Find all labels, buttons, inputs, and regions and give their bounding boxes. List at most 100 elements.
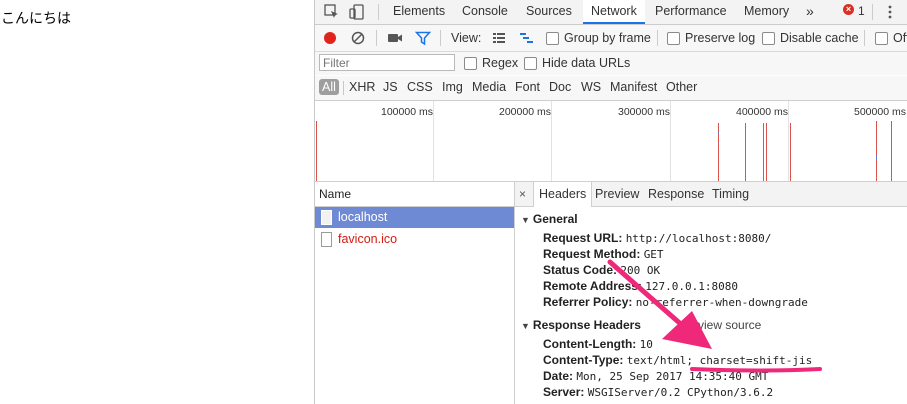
filter-icon[interactable] <box>414 29 432 47</box>
header-value: GET <box>643 248 664 261</box>
timeline-tick-label: 500000 ms <box>854 106 906 118</box>
header-key: Content-Length: <box>543 337 637 351</box>
request-row-favicon[interactable]: favicon.ico <box>315 229 514 250</box>
tab-memory[interactable]: Memory <box>744 0 789 24</box>
view-label: View: <box>451 31 482 45</box>
timeline-request-bar <box>766 123 767 181</box>
response-header-row: Server: WSGIServer/0.2 CPython/3.6.2 <box>543 385 773 399</box>
type-filter-doc[interactable]: Doc <box>549 80 571 94</box>
expand-triangle-icon: ▼ <box>521 215 530 225</box>
resource-type-filters: All XHR JS CSS Img Media Font Doc WS Man… <box>315 76 907 101</box>
capture-screenshots-icon[interactable] <box>386 29 404 47</box>
hide-data-urls-checkbox[interactable] <box>524 57 537 70</box>
timeline-request-bar <box>745 123 746 181</box>
general-row: Request URL: http://localhost:8080/ <box>543 231 771 245</box>
header-value: 10 <box>639 338 653 351</box>
type-filter-other[interactable]: Other <box>666 80 697 94</box>
type-filter-font[interactable]: Font <box>515 80 540 94</box>
response-header-row: Content-Type: text/html; charset=shift-j… <box>543 353 812 367</box>
toolbar-divider <box>657 30 658 46</box>
general-section-toggle[interactable]: ▼ General <box>521 212 578 226</box>
tab-headers[interactable]: Headers <box>533 182 593 207</box>
tab-timing[interactable]: Timing <box>712 182 749 206</box>
page-greeting-text: こんにちは <box>1 10 71 26</box>
inspect-element-icon[interactable] <box>323 3 341 21</box>
network-overview-timeline[interactable]: 100000 ms 200000 ms 300000 ms 400000 ms … <box>315 101 907 182</box>
type-filter-all[interactable]: All <box>319 79 339 95</box>
request-name: localhost <box>338 210 388 224</box>
error-icon[interactable]: × <box>843 4 854 15</box>
device-toolbar-icon[interactable] <box>348 3 366 21</box>
filter-bar: Regex Hide data URLs <box>315 52 907 75</box>
timeline-request-bar <box>891 121 892 181</box>
timeline-marker <box>718 131 719 134</box>
response-header-row: Date: Mon, 25 Sep 2017 14:35:40 GMT <box>543 369 768 383</box>
document-icon <box>321 232 332 247</box>
header-value: 200 OK <box>620 264 661 277</box>
record-icon[interactable] <box>321 29 339 47</box>
disable-cache-label: Disable cache <box>780 31 859 45</box>
header-key: Server: <box>543 385 585 399</box>
type-filter-ws[interactable]: WS <box>581 80 601 94</box>
response-headers-title: Response Headers <box>532 318 641 332</box>
header-key: Status Code: <box>543 263 618 277</box>
request-row-localhost[interactable]: localhost <box>315 207 514 228</box>
header-value: no-referrer-when-downgrade <box>635 296 808 309</box>
timeline-marker <box>876 156 877 159</box>
header-value: WSGIServer/0.2 CPython/3.6.2 <box>587 386 774 399</box>
regex-label: Regex <box>482 56 519 70</box>
timeline-tick-label: 200000 ms <box>499 106 551 118</box>
large-rows-icon[interactable] <box>490 29 508 47</box>
toolbar-divider <box>440 30 441 46</box>
timeline-request-bar <box>763 123 764 181</box>
tab-response[interactable]: Response <box>648 182 704 206</box>
type-filter-manifest[interactable]: Manifest <box>610 80 657 94</box>
detail-tabbar: × Headers Preview Response Timing <box>515 182 907 207</box>
type-filter-xhr[interactable]: XHR <box>349 80 375 94</box>
devtools-tabbar: Elements Console Sources Network Perform… <box>315 0 907 25</box>
type-filter-img[interactable]: Img <box>442 80 463 94</box>
response-headers-section-toggle[interactable]: ▼ Response Headers <box>521 318 641 332</box>
general-row: Request Method: GET <box>543 247 664 261</box>
error-count[interactable]: 1 <box>858 4 865 18</box>
type-filter-css[interactable]: CSS <box>407 80 433 94</box>
view-source-link[interactable]: view source <box>698 318 761 332</box>
type-filter-media[interactable]: Media <box>472 80 506 94</box>
header-value: 127.0.0.1:8080 <box>645 280 738 293</box>
type-filter-divider <box>343 81 344 95</box>
group-by-frame-label: Group by frame <box>564 31 651 45</box>
regex-checkbox[interactable] <box>464 57 477 70</box>
type-filter-js[interactable]: JS <box>383 80 398 94</box>
document-icon <box>321 210 332 225</box>
timeline-gridline <box>433 101 434 181</box>
offline-checkbox[interactable] <box>875 32 888 45</box>
tab-console[interactable]: Console <box>462 0 508 24</box>
request-list: Name localhost favicon.ico <box>315 182 515 404</box>
toolbar-divider <box>864 30 865 46</box>
name-column-header[interactable]: Name <box>315 182 514 207</box>
header-value: Mon, 25 Sep 2017 14:35:40 GMT <box>576 370 769 383</box>
timeline-gridline <box>670 101 671 181</box>
more-tabs-button[interactable]: » <box>806 0 814 24</box>
general-row: Remote Address: 127.0.0.1:8080 <box>543 279 738 293</box>
preserve-log-checkbox[interactable] <box>667 32 680 45</box>
clear-icon[interactable] <box>349 29 367 47</box>
tab-performance[interactable]: Performance <box>655 0 727 24</box>
waterfall-view-icon[interactable] <box>518 29 536 47</box>
tabbar-divider <box>872 4 873 20</box>
expand-triangle-icon: ▼ <box>521 321 530 331</box>
group-by-frame-checkbox[interactable] <box>546 32 559 45</box>
timeline-tick-label: 300000 ms <box>618 106 670 118</box>
response-header-row: Content-Length: 10 <box>543 337 653 351</box>
offline-label: Off <box>893 31 907 45</box>
tab-preview[interactable]: Preview <box>595 182 639 206</box>
close-detail-icon[interactable]: × <box>519 187 526 201</box>
timeline-tick-label: 100000 ms <box>381 106 433 118</box>
more-options-icon[interactable] <box>881 3 899 21</box>
filter-input[interactable] <box>319 54 455 71</box>
disable-cache-checkbox[interactable] <box>762 32 775 45</box>
tab-sources[interactable]: Sources <box>526 0 572 24</box>
tab-elements[interactable]: Elements <box>393 0 445 24</box>
tab-network[interactable]: Network <box>583 0 645 24</box>
general-section-title: General <box>532 212 578 226</box>
